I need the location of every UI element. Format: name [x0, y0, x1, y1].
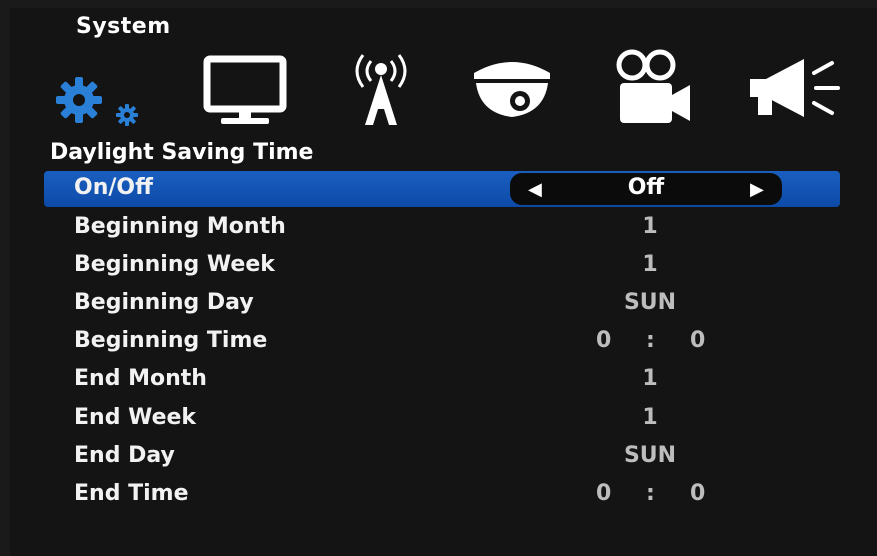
row-end-time[interactable]: End Time 0 : 0	[44, 477, 840, 513]
row-value: 1	[642, 252, 658, 277]
row-beginning-month[interactable]: Beginning Month 1	[44, 210, 840, 246]
row-value: 1	[642, 405, 658, 430]
menu-icon-bar	[0, 45, 877, 135]
row-beginning-week[interactable]: Beginning Week 1	[44, 248, 840, 284]
row-label: Beginning Week	[74, 252, 275, 277]
row-label: Beginning Time	[74, 328, 268, 353]
time-value: 0 : 0	[584, 481, 724, 509]
monitor-icon[interactable]	[203, 55, 287, 127]
row-value: SUN	[623, 443, 677, 468]
gears-icon[interactable]	[54, 73, 154, 127]
row-label: Beginning Month	[74, 214, 286, 239]
row-value: SUN	[623, 290, 677, 315]
value-selector[interactable]: ◀ Off ▶	[510, 173, 782, 205]
section-title: Daylight Saving Time	[50, 140, 314, 165]
time-hour[interactable]: 0	[596, 481, 611, 506]
row-label: Beginning Day	[74, 290, 254, 315]
row-beginning-time[interactable]: Beginning Time 0 : 0	[44, 324, 840, 360]
time-minute[interactable]: 0	[690, 481, 705, 506]
row-beginning-day[interactable]: Beginning Day SUN	[44, 286, 840, 322]
row-label: End Month	[74, 366, 207, 391]
time-minute[interactable]: 0	[690, 328, 705, 353]
time-hour[interactable]: 0	[596, 328, 611, 353]
time-value: 0 : 0	[584, 328, 724, 356]
row-label: End Time	[74, 481, 189, 506]
row-on-off[interactable]: On/Off ◀ Off ▶	[44, 171, 840, 207]
row-label: End Day	[74, 443, 175, 468]
row-value: 1	[642, 214, 658, 239]
video-camera-icon[interactable]	[614, 49, 694, 129]
row-end-month[interactable]: End Month 1	[44, 362, 840, 398]
row-value: 1	[642, 366, 658, 391]
row-label: On/Off	[74, 175, 153, 200]
row-end-day[interactable]: End Day SUN	[44, 439, 840, 475]
megaphone-icon[interactable]	[746, 53, 842, 123]
time-separator: :	[646, 328, 655, 353]
menu-title: System	[76, 14, 171, 39]
antenna-icon[interactable]	[345, 51, 417, 129]
row-end-week[interactable]: End Week 1	[44, 401, 840, 437]
selector-value: Off	[627, 175, 665, 200]
dome-camera-icon[interactable]	[470, 55, 554, 121]
time-separator: :	[646, 481, 655, 506]
arrow-right-icon[interactable]: ▶	[750, 179, 764, 200]
row-label: End Week	[74, 405, 197, 430]
